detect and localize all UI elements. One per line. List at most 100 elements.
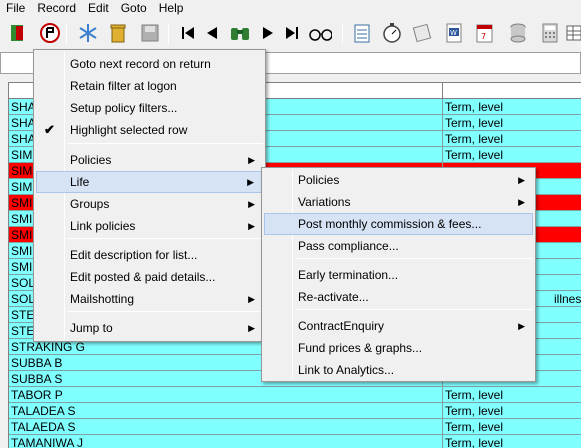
menu-item-groups[interactable]: Groups ▶: [36, 193, 263, 215]
svg-text:7: 7: [481, 32, 486, 41]
menu-separator: [67, 143, 263, 144]
menu-help[interactable]: Help: [153, 0, 190, 16]
row-name-cell: TALAEDA S: [11, 420, 76, 434]
life-submenu: Policies ▶ Variations ▶ Post monthly commiss…: [261, 167, 536, 382]
word-document-icon[interactable]: W: [442, 21, 466, 45]
menu-item-label: Early termination...: [298, 268, 399, 282]
menu-item-label: Policies: [298, 173, 340, 187]
previous-record-icon[interactable]: [200, 21, 224, 45]
notepad-icon[interactable]: [350, 21, 374, 45]
submenu-item-early-termination[interactable]: Early termination...: [264, 264, 533, 286]
submenu-arrow-icon: ▶: [248, 221, 255, 231]
trash-icon[interactable]: [106, 21, 130, 45]
menu-item-label: Edit posted & paid details...: [70, 270, 216, 284]
menu-item-label: Goto next record on return: [70, 57, 211, 71]
row-name-cell: SHA: [11, 132, 36, 146]
menu-goto[interactable]: Goto: [115, 0, 153, 16]
menu-item-label: Link policies: [70, 219, 136, 233]
menu-item-label: Pass compliance...: [298, 239, 399, 253]
menu-item-retain-filter-at-logon[interactable]: Retain filter at logon: [36, 75, 263, 97]
row-name-cell: SMI: [11, 260, 33, 274]
table-row[interactable]: TAMANIWA J Term, level: [9, 435, 581, 448]
submenu-arrow-icon: ▶: [248, 294, 255, 304]
row-note-cell: Term, level: [445, 420, 504, 434]
scroll-icon[interactable]: [410, 21, 434, 45]
menu-item-link-policies[interactable]: Link policies ▶: [36, 215, 263, 237]
submenu-item-contractenquiry[interactable]: ContractEnquiry ▶: [264, 315, 533, 337]
table-row[interactable]: TABOR P Term, level: [9, 387, 581, 403]
submenu-item-re-activate[interactable]: Re-activate...: [264, 286, 533, 308]
menu-file[interactable]: File: [0, 0, 31, 16]
row-name-cell: SHA: [11, 116, 36, 130]
toolbar-separator: [66, 24, 67, 44]
row-note-cell: Term, level: [445, 148, 504, 162]
menu-item-label: Mailshotting: [70, 292, 135, 306]
row-name-cell: SMI: [11, 244, 33, 258]
last-record-icon[interactable]: [280, 21, 304, 45]
submenu-item-pass-compliance[interactable]: Pass compliance...: [264, 235, 533, 257]
submenu-arrow-icon: ▶: [518, 175, 525, 185]
menu-item-label: Jump to: [70, 321, 113, 335]
row-name-cell: SIMI: [11, 180, 36, 194]
binoculars-icon[interactable]: [228, 21, 252, 45]
menu-edit[interactable]: Edit: [82, 0, 115, 16]
toolbar: W 7: [0, 17, 581, 51]
menu-item-label: Groups: [70, 197, 110, 211]
menu-item-policies[interactable]: Policies ▶: [36, 149, 263, 171]
grid-icon[interactable]: [562, 21, 581, 45]
calculator-icon[interactable]: [538, 21, 562, 45]
next-record-icon[interactable]: [256, 21, 280, 45]
menu-item-edit-posted-paid-details[interactable]: Edit posted & paid details...: [36, 266, 263, 288]
table-row[interactable]: TALADEA S Term, level: [9, 403, 581, 419]
menu-item-jump-to[interactable]: Jump to ▶: [36, 317, 263, 339]
row-name-cell: TABOR P: [11, 388, 63, 402]
row-name-cell: TAMANIWA J: [11, 436, 83, 448]
submenu-item-policies[interactable]: Policies ▶: [264, 169, 533, 191]
menu-item-edit-description-for-list[interactable]: Edit description for list...: [36, 244, 263, 266]
row-name-cell: SUBBA S: [11, 372, 63, 386]
row-name-cell: SIMI: [11, 148, 36, 162]
row-note-cell: Term, level: [445, 100, 504, 114]
table-row[interactable]: TALAEDA S Term, level: [9, 419, 581, 435]
menu-record[interactable]: Record: [31, 0, 82, 16]
menu-item-label: Variations: [298, 195, 351, 209]
row-name-cell: SMI: [11, 212, 33, 226]
submenu-item-link-to-analytics[interactable]: Link to Analytics...: [264, 359, 533, 381]
menu-item-highlight-selected-row[interactable]: ✔ Highlight selected row: [36, 119, 263, 141]
menu-item-goto-next-record-on-return[interactable]: Goto next record on return: [36, 53, 263, 75]
row-name-cell: STE: [11, 324, 35, 338]
menu-item-life[interactable]: Life ▶: [36, 171, 263, 193]
stopwatch-icon[interactable]: [380, 21, 404, 45]
row-note-cell: Term, level: [445, 132, 504, 146]
menu-item-label: Policies: [70, 153, 112, 167]
exit-door-icon[interactable]: [6, 21, 30, 45]
submenu-item-post-monthly-commission-fees[interactable]: Post monthly commission & fees...: [264, 213, 533, 235]
menubar: File Record Edit Goto Help: [0, 0, 581, 16]
row-name-cell: TALADEA S: [11, 404, 76, 418]
row-name-cell: SHA: [11, 100, 36, 114]
menu-item-label: Re-activate...: [298, 290, 369, 304]
submenu-item-variations[interactable]: Variations ▶: [264, 191, 533, 213]
submenu-item-fund-prices-graphs[interactable]: Fund prices & graphs...: [264, 337, 533, 359]
menu-separator: [67, 238, 263, 239]
row-name-cell: SMI: [11, 228, 33, 242]
calendar-icon[interactable]: 7: [472, 21, 496, 45]
menu-item-label: Post monthly commission & fees...: [298, 217, 482, 231]
row-name-cell: SIMI: [11, 164, 36, 178]
spectacles-icon[interactable]: [308, 21, 332, 45]
save-disk-icon[interactable]: [138, 21, 162, 45]
menu-item-mailshotting[interactable]: Mailshotting ▶: [36, 288, 263, 310]
menu-separator: [67, 311, 263, 312]
snowflake-icon[interactable]: [76, 21, 100, 45]
first-record-icon[interactable]: [176, 21, 200, 45]
menu-item-label: Setup policy filters...: [70, 101, 178, 115]
toolbar-separator: [168, 24, 169, 44]
menu-item-setup-policy-filters[interactable]: Setup policy filters...: [36, 97, 263, 119]
menu-item-label: Highlight selected row: [70, 123, 188, 137]
database-icon[interactable]: [506, 21, 530, 45]
toolbar-separator: [342, 24, 343, 44]
row-note-cell: Term, level: [445, 436, 504, 448]
stop-filter-icon[interactable]: [38, 21, 62, 45]
row-name-cell: SOL: [11, 276, 36, 290]
row-name-cell: SUBBA B: [11, 356, 63, 370]
